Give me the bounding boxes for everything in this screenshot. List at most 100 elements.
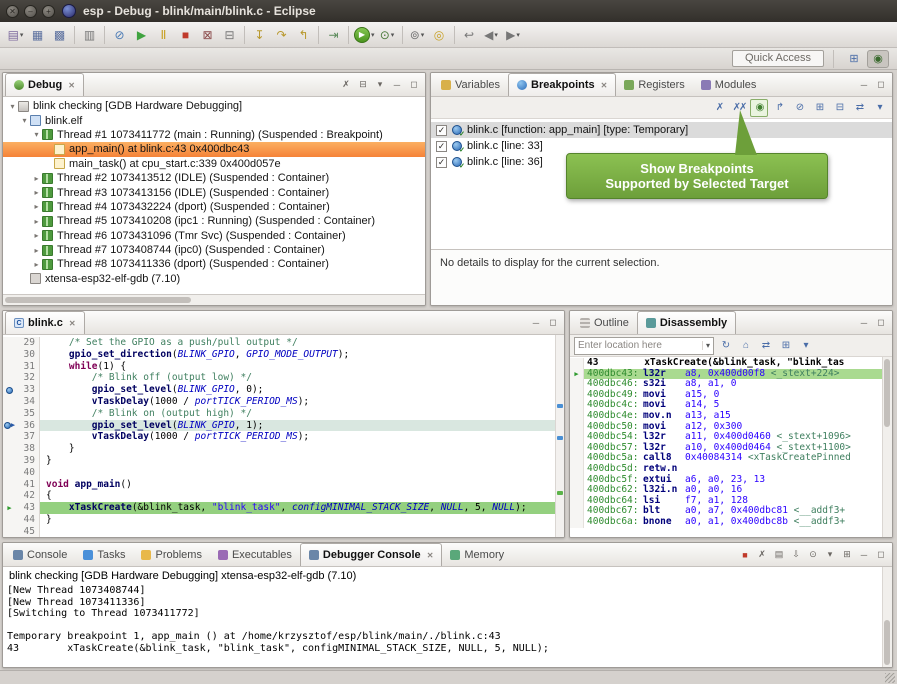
tab-variables[interactable]: Variables xyxy=(433,73,508,96)
maximize-button[interactable]: ◻ xyxy=(873,547,889,563)
new-wizard-button[interactable]: ▤▾ xyxy=(5,24,26,45)
code-line[interactable]: 30 gpio_set_direction(BLINK_GPIO, GPIO_M… xyxy=(3,349,564,361)
breakpoint-item[interactable]: ✓✓blink.c [function: app_main] [type: Te… xyxy=(431,122,892,138)
disconnect-button[interactable]: ⊟ xyxy=(219,24,240,45)
refresh-view-button[interactable]: ↻ xyxy=(716,337,734,355)
debug-tree-item[interactable]: ▸Thread #2 1073413512 (IDLE) (Suspended … xyxy=(3,171,425,185)
line-marker-gutter[interactable] xyxy=(3,514,16,526)
code-line[interactable]: 40 xyxy=(3,467,564,479)
tab-memory[interactable]: Memory xyxy=(442,543,512,566)
breakpoints-view-menu-button[interactable]: ▾ xyxy=(870,99,888,117)
minimize-button[interactable]: ─ xyxy=(856,315,872,331)
debug-perspective-button[interactable]: ◉ xyxy=(867,50,889,68)
line-marker-gutter[interactable] xyxy=(3,396,16,408)
line-marker-gutter[interactable] xyxy=(3,431,16,443)
line-marker-gutter[interactable]: ▶ xyxy=(3,420,16,432)
resume-button[interactable]: ▶ xyxy=(131,24,152,45)
search-button[interactable]: ◎ xyxy=(429,24,450,45)
line-marker-gutter[interactable] xyxy=(3,490,16,502)
debug-button[interactable]: ⊙▾ xyxy=(377,24,398,45)
expand-all-button[interactable]: ⊞ xyxy=(810,99,828,117)
collapse-all-button[interactable]: ⊟ xyxy=(830,99,848,117)
code-line[interactable]: 41void app_main() xyxy=(3,479,564,491)
debug-tree-item[interactable]: ▸Thread #6 1073431096 (Tmr Svc) (Suspend… xyxy=(3,229,425,243)
debug-tree-item[interactable]: ▸Thread #3 1073413156 (IDLE) (Suspended … xyxy=(3,185,425,199)
show-source-button[interactable]: ⊞ xyxy=(776,337,794,355)
disassembly-scrollbar[interactable] xyxy=(882,357,892,537)
line-marker-gutter[interactable] xyxy=(3,361,16,373)
kill-all-button[interactable]: ⊠ xyxy=(197,24,218,45)
pin-console-button[interactable]: ⊙ xyxy=(805,547,821,563)
minimize-button[interactable]: ─ xyxy=(389,77,405,93)
scroll-lock-button[interactable]: ⇩ xyxy=(788,547,804,563)
open-console-button[interactable]: ⊞ xyxy=(839,547,855,563)
tab-tasks[interactable]: Tasks xyxy=(75,543,133,566)
line-marker-gutter[interactable] xyxy=(3,384,16,396)
tab-close-icon[interactable]: ✕ xyxy=(601,81,608,90)
back-dropdown-arrow[interactable]: ▾ xyxy=(494,31,498,39)
code-line[interactable]: 34 vTaskDelay(1000 / portTICK_PERIOD_MS)… xyxy=(3,396,564,408)
disassembly-view-menu-button[interactable]: ▾ xyxy=(796,337,814,355)
tab-close-icon[interactable]: ✕ xyxy=(427,551,434,560)
forward-dropdown-arrow[interactable]: ▾ xyxy=(516,31,520,39)
line-marker-gutter[interactable] xyxy=(3,372,16,384)
clear-console-button[interactable]: ▤ xyxy=(771,547,787,563)
code-line[interactable]: ▶36 gpio_set_level(BLINK_GPIO, 1); xyxy=(3,420,564,432)
minimize-button[interactable]: ─ xyxy=(856,547,872,563)
tab-debug[interactable]: Debug✕ xyxy=(5,73,84,96)
code-line[interactable]: 32 /* Blink off (output low) */ xyxy=(3,372,564,384)
breakpoint-checkbox[interactable]: ✓ xyxy=(436,125,447,136)
breakpoint-checkbox[interactable]: ✓ xyxy=(436,141,447,152)
tree-expander-closed-icon[interactable]: ▸ xyxy=(31,260,42,269)
skip-all-breakpoints-button[interactable]: ⊘ xyxy=(790,99,808,117)
step-into-button[interactable]: ↧ xyxy=(249,24,270,45)
debug-dropdown-arrow[interactable]: ▾ xyxy=(391,31,395,39)
code-line[interactable]: 44} xyxy=(3,514,564,526)
maximize-button[interactable]: + xyxy=(42,5,55,18)
code-line[interactable]: 33 gpio_set_level(BLINK_GPIO, 0); xyxy=(3,384,564,396)
code-area[interactable]: 29 /* Set the GPIO as a push/pull output… xyxy=(3,335,564,537)
tree-expander-open-icon[interactable]: ▾ xyxy=(31,130,42,139)
code-line[interactable]: 39} xyxy=(3,455,564,467)
debug-tree-item[interactable]: ▸Thread #4 1073432224 (dport) (Suspended… xyxy=(3,200,425,214)
tree-expander-closed-icon[interactable]: ▸ xyxy=(31,174,42,183)
line-marker-gutter[interactable] xyxy=(3,443,16,455)
debug-tree-item[interactable]: ▸Thread #8 1073411336 (dport) (Suspended… xyxy=(3,257,425,271)
line-marker-gutter[interactable] xyxy=(3,526,16,537)
line-marker-gutter[interactable] xyxy=(3,479,16,491)
debug-horizontal-scrollbar[interactable] xyxy=(3,294,425,305)
quick-access-button[interactable]: Quick Access xyxy=(732,50,824,67)
tab-outline[interactable]: Outline xyxy=(572,311,637,334)
line-marker-gutter[interactable] xyxy=(3,408,16,420)
tree-expander-open-icon[interactable]: ▾ xyxy=(7,102,18,111)
maximize-button[interactable]: ◻ xyxy=(406,77,422,93)
maximize-button[interactable]: ◻ xyxy=(545,315,561,331)
tab-problems[interactable]: Problems xyxy=(133,543,209,566)
step-return-button[interactable]: ↰ xyxy=(293,24,314,45)
suspend-button[interactable]: Ⅱ xyxy=(153,24,174,45)
link-with-debug-view-button[interactable]: ⇄ xyxy=(850,99,868,117)
breakpoint-checkbox[interactable]: ✓ xyxy=(436,157,447,168)
close-button[interactable]: ✕ xyxy=(6,5,19,18)
step-over-button[interactable]: ↷ xyxy=(271,24,292,45)
debug-tree-item[interactable]: ▸Thread #7 1073408744 (ipc0) (Suspended … xyxy=(3,243,425,257)
line-marker-gutter[interactable] xyxy=(3,349,16,361)
line-marker-gutter[interactable] xyxy=(3,467,16,479)
tab-executables[interactable]: Executables xyxy=(210,543,300,566)
debug-tree-item[interactable]: main_task() at cpu_start.c:339 0x400d057… xyxy=(3,157,425,171)
debug-tree-item[interactable]: xtensa-esp32-elf-gdb (7.10) xyxy=(3,272,425,286)
external-tools-button[interactable]: ⊚▾ xyxy=(407,24,428,45)
tab-disassembly[interactable]: Disassembly xyxy=(637,311,736,334)
tab-breakpoints[interactable]: Breakpoints✕ xyxy=(508,73,616,96)
code-line[interactable]: 45 xyxy=(3,526,564,537)
forward-button[interactable]: ▶▾ xyxy=(503,24,524,45)
maximize-button[interactable]: ◻ xyxy=(873,315,889,331)
back-button[interactable]: ◀▾ xyxy=(481,24,502,45)
new-wizard-dropdown-arrow[interactable]: ▾ xyxy=(20,31,24,39)
debug-tree-item[interactable]: ▸Thread #5 1073410208 (ipc1 : Running) (… xyxy=(3,214,425,228)
debug-tree-item[interactable]: ▾blink checking [GDB Hardware Debugging] xyxy=(3,99,425,113)
run-button[interactable]: ▶▾ xyxy=(353,24,376,45)
tab-registers[interactable]: Registers xyxy=(616,73,692,96)
maximize-button[interactable]: ◻ xyxy=(873,77,889,93)
last-edit-location-button[interactable]: ↩ xyxy=(459,24,480,45)
